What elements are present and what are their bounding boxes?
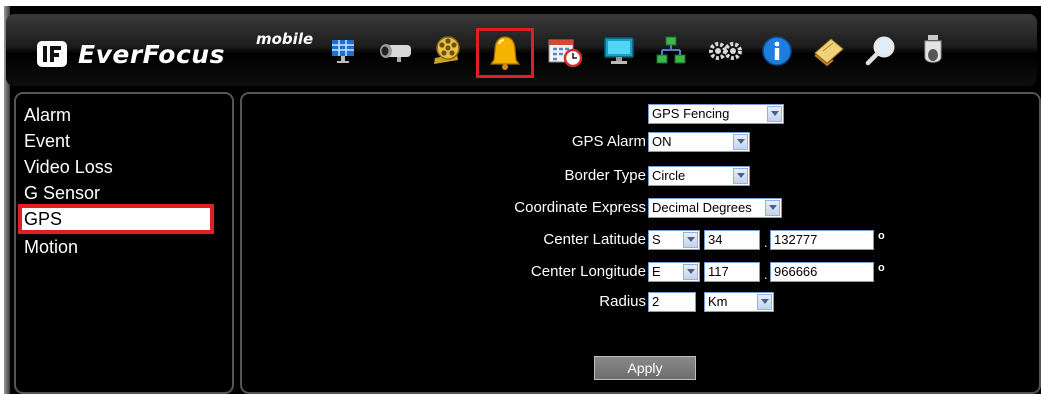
border-type-select[interactable]: Circle [648, 166, 750, 186]
dome-camera-icon [924, 35, 942, 63]
gps-alarm-value: ON [652, 134, 672, 149]
schedule-button[interactable] [540, 26, 590, 76]
longitude-degree-symbol: o [878, 262, 885, 274]
sidebar-item-event[interactable]: Event [24, 130, 70, 152]
everfocus-logo-icon [37, 41, 67, 67]
notes-icon [814, 38, 844, 67]
chevron-down-icon [765, 200, 780, 216]
border-type-value: Circle [652, 168, 686, 183]
mode-select-value: GPS Fencing [652, 106, 730, 121]
chevron-down-icon [767, 106, 782, 122]
sidebar-item-gps[interactable]: GPS [18, 204, 214, 234]
radius-unit-select[interactable]: Km [704, 292, 774, 312]
radius-unit-value: Km [708, 294, 728, 309]
coordinate-express-label: Coordinate Express [514, 199, 646, 216]
longitude-decimal-separator: . [764, 267, 768, 282]
network-icon [656, 36, 686, 64]
header-bar: EverFocus mobile [6, 14, 1037, 86]
gps-alarm-label: GPS Alarm [571, 133, 646, 150]
latitude-decimal-input[interactable]: 132777 [770, 230, 874, 250]
gps-settings-panel: GPS Fencing GPS Alarm ON Border Type Cir… [240, 92, 1041, 394]
grid-button[interactable] [318, 26, 368, 76]
sidebar-item-g-sensor[interactable]: G Sensor [24, 182, 100, 204]
center-longitude-label: Center Longitude [530, 263, 646, 280]
info-button[interactable] [752, 26, 802, 76]
camera-icon [380, 44, 411, 62]
schedule-calendar-icon [548, 39, 583, 68]
gps-alarm-select[interactable]: ON [648, 132, 750, 152]
mode-select[interactable]: GPS Fencing [648, 104, 784, 124]
chevron-down-icon [733, 134, 748, 150]
brand-name: EverFocus [78, 40, 225, 69]
longitude-hemisphere-value: E [652, 264, 661, 279]
sidebar-menu: Alarm Event Video Loss G Sensor GPS Moti… [14, 92, 234, 394]
brand-suffix: mobile [256, 30, 314, 48]
display-button[interactable] [594, 26, 644, 76]
border-type-label: Border Type [564, 167, 646, 184]
dome-camera-button[interactable] [908, 26, 958, 76]
chevron-down-icon [757, 294, 772, 310]
apply-button[interactable]: Apply [594, 356, 696, 380]
settings-button[interactable] [700, 26, 750, 76]
alarm-button[interactable] [476, 28, 534, 78]
latitude-decimal-separator: . [764, 235, 768, 250]
gears-icon [709, 42, 742, 60]
grid-icon [332, 40, 354, 63]
monitor-icon [604, 37, 634, 64]
longitude-decimal-input[interactable]: 966666 [770, 262, 874, 282]
bell-icon [489, 36, 521, 70]
chevron-down-icon [683, 264, 698, 280]
magnifier-icon [865, 36, 895, 66]
sidebar-item-alarm[interactable]: Alarm [24, 104, 71, 126]
coordinate-express-select[interactable]: Decimal Degrees [648, 198, 782, 218]
radius-input[interactable]: 2 [648, 292, 696, 312]
latitude-hemisphere-select[interactable]: S [648, 230, 700, 250]
playback-button[interactable] [422, 26, 472, 76]
camera-button[interactable] [370, 26, 420, 76]
coordinate-express-value: Decimal Degrees [652, 200, 752, 215]
chevron-down-icon [733, 168, 748, 184]
sidebar-item-motion[interactable]: Motion [24, 236, 78, 258]
longitude-hemisphere-select[interactable]: E [648, 262, 700, 282]
search-button[interactable] [856, 26, 906, 76]
latitude-degree-symbol: o [878, 230, 885, 242]
chevron-down-icon [683, 232, 698, 248]
sidebar-item-video-loss[interactable]: Video Loss [24, 156, 113, 178]
info-icon [762, 36, 792, 66]
network-button[interactable] [646, 26, 696, 76]
longitude-degrees-input[interactable]: 117 [704, 262, 760, 282]
notes-button[interactable] [804, 26, 854, 76]
latitude-degrees-input[interactable]: 34 [704, 230, 760, 250]
center-latitude-label: Center Latitude [543, 231, 646, 248]
radius-label: Radius [599, 293, 646, 310]
latitude-hemisphere-value: S [652, 232, 661, 247]
film-reel-icon [434, 36, 460, 64]
